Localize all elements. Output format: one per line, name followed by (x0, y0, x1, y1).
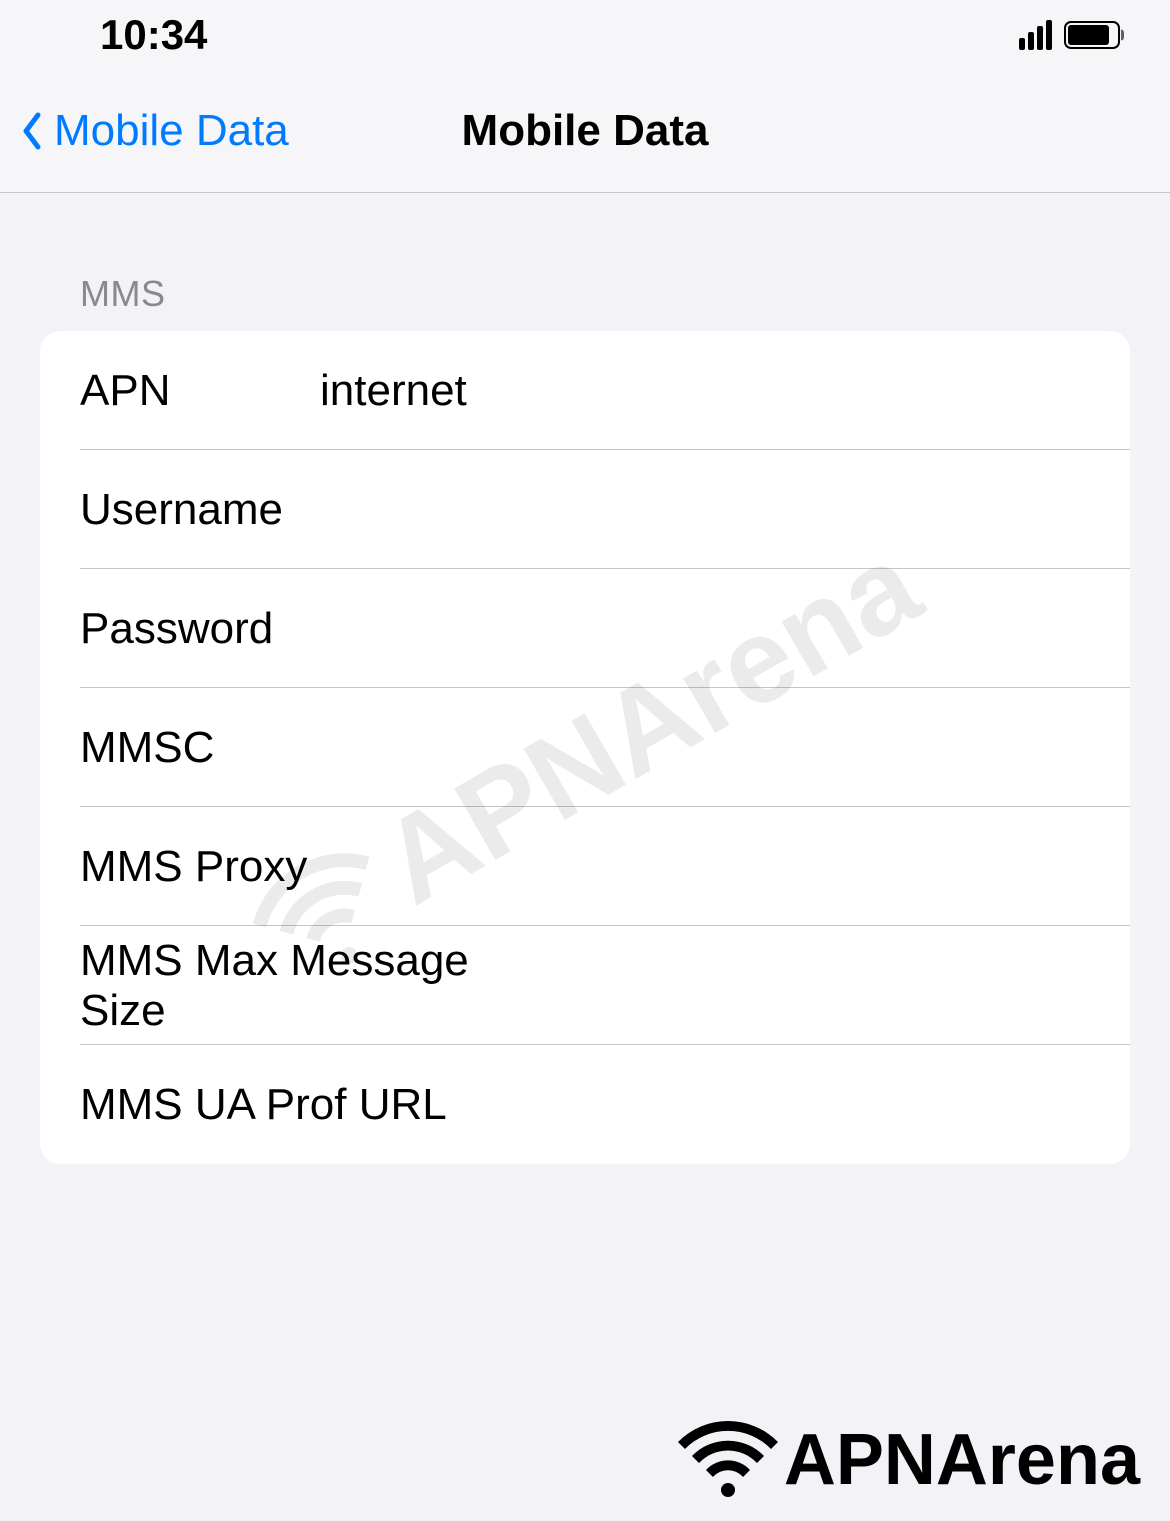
footer-brand-text: APNArena (784, 1419, 1140, 1501)
mmsc-input[interactable] (320, 723, 1090, 773)
row-label: MMS UA Prof URL (80, 1080, 515, 1130)
footer-brand: APNArena (678, 1419, 1140, 1501)
wifi-icon (678, 1420, 778, 1500)
row-label: MMS Proxy (80, 842, 515, 892)
row-mms-proxy[interactable]: MMS Proxy (40, 807, 1130, 926)
cellular-signal-icon (1019, 20, 1052, 50)
mms-max-size-input[interactable] (515, 961, 1090, 1011)
row-label: APN (80, 366, 320, 416)
content: MMS APN Username Password MMSC MMS Proxy (0, 193, 1170, 1164)
page-title: Mobile Data (462, 106, 709, 156)
row-label: Password (80, 604, 320, 654)
chevron-left-icon (20, 111, 44, 151)
section-header-mms: MMS (40, 273, 1130, 315)
username-input[interactable] (320, 485, 1090, 535)
status-icons (1019, 20, 1120, 50)
status-time: 10:34 (100, 11, 207, 59)
apn-input[interactable] (320, 366, 1090, 416)
row-mms-max-size[interactable]: MMS Max Message Size (40, 926, 1130, 1045)
row-password[interactable]: Password (40, 569, 1130, 688)
row-label: Username (80, 485, 320, 535)
row-label: MMSC (80, 723, 320, 773)
back-label: Mobile Data (54, 106, 289, 156)
back-button[interactable]: Mobile Data (20, 106, 289, 156)
row-label: MMS Max Message Size (80, 936, 515, 1036)
password-input[interactable] (320, 604, 1090, 654)
nav-header: Mobile Data Mobile Data (0, 70, 1170, 193)
status-bar: 10:34 (0, 0, 1170, 70)
row-mms-ua-prof-url[interactable]: MMS UA Prof URL (40, 1045, 1130, 1164)
row-apn[interactable]: APN (40, 331, 1130, 450)
row-mmsc[interactable]: MMSC (40, 688, 1130, 807)
mms-proxy-input[interactable] (515, 842, 1090, 892)
battery-icon (1064, 21, 1120, 49)
row-username[interactable]: Username (40, 450, 1130, 569)
mms-ua-prof-url-input[interactable] (515, 1080, 1090, 1130)
settings-group-mms: APN Username Password MMSC MMS Proxy MMS… (40, 331, 1130, 1164)
